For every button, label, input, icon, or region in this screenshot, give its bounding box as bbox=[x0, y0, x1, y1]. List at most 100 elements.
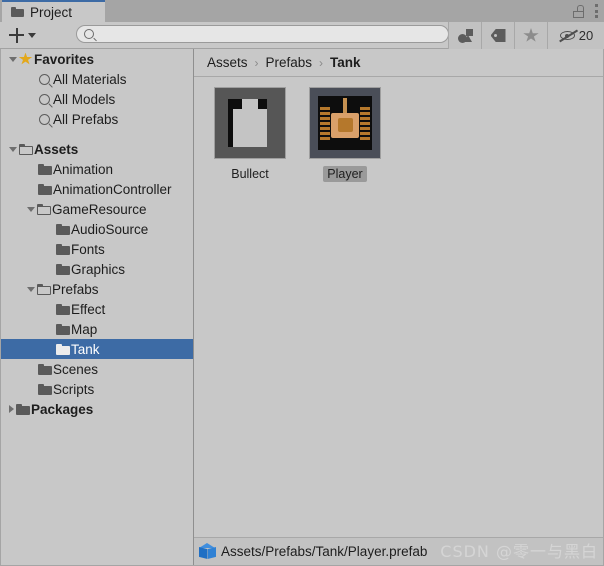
tab-project[interactable]: Project bbox=[2, 0, 105, 22]
breadcrumb-item-assets[interactable]: Assets bbox=[207, 55, 248, 70]
sidebar-item-effect[interactable]: Effect bbox=[1, 299, 193, 319]
breadcrumb-item-tank[interactable]: Tank bbox=[330, 55, 361, 70]
eye-off-icon bbox=[558, 29, 578, 43]
folder-icon bbox=[11, 7, 24, 17]
folder-icon bbox=[54, 303, 71, 315]
sidebar-item-assets[interactable]: Assets bbox=[1, 139, 193, 159]
asset-thumbnail[interactable] bbox=[214, 87, 286, 159]
folder-icon-white bbox=[54, 343, 71, 355]
breadcrumb-separator: › bbox=[254, 55, 259, 70]
sidebar-item-label: Graphics bbox=[71, 261, 126, 277]
search-input[interactable] bbox=[98, 27, 432, 41]
twisty-open-icon[interactable] bbox=[9, 146, 17, 152]
sidebar-item-label: All Prefabs bbox=[53, 111, 119, 127]
asset-item[interactable]: Bullect bbox=[212, 87, 288, 182]
asset-browser-panel: Assets › Prefabs › Tank Bullect Player Assets… bbox=[194, 49, 603, 565]
folder-icon bbox=[36, 163, 53, 175]
sidebar-item-all-prefabs[interactable]: All Prefabs bbox=[1, 109, 193, 129]
asset-label: Player bbox=[323, 166, 367, 182]
sidebar-item-label: Packages bbox=[31, 401, 94, 417]
filter-by-favorite-button[interactable] bbox=[514, 22, 547, 49]
asset-label: Bullect bbox=[231, 167, 269, 181]
filter-by-type-button[interactable] bbox=[448, 22, 481, 49]
sidebar-item-scripts[interactable]: Scripts bbox=[1, 379, 193, 399]
hidden-items-count: 20 bbox=[578, 28, 594, 43]
hidden-items-button[interactable]: 20 bbox=[547, 22, 604, 49]
breadcrumb-item-prefabs[interactable]: Prefabs bbox=[266, 55, 313, 70]
sidebar-item-map[interactable]: Map bbox=[1, 319, 193, 339]
sidebar-item-label: Assets bbox=[34, 141, 79, 157]
folder-icon bbox=[54, 243, 71, 255]
twisty-open-icon[interactable] bbox=[27, 286, 35, 292]
asset-grid[interactable]: Bullect Player bbox=[194, 78, 603, 537]
sidebar-item-label: All Models bbox=[53, 91, 116, 107]
folder-icon bbox=[54, 323, 71, 335]
sidebar-item-favorites[interactable]: Favorites bbox=[1, 49, 193, 69]
folder-icon bbox=[36, 183, 53, 195]
sidebar-item-label: Favorites bbox=[34, 51, 95, 67]
window-tab-strip: Project bbox=[0, 0, 604, 22]
asset-thumbnail[interactable] bbox=[309, 87, 381, 159]
project-window: Project 20 Favorites All Materials All M… bbox=[0, 0, 604, 566]
sidebar-item-audiosource[interactable]: AudioSource bbox=[1, 219, 193, 239]
search-icon bbox=[36, 113, 53, 125]
status-bar-path: Assets/Prefabs/Tank/Player.prefab bbox=[221, 544, 428, 559]
create-asset-button[interactable] bbox=[9, 27, 36, 43]
breadcrumb: Assets › Prefabs › Tank bbox=[194, 49, 603, 77]
sidebar-item-label: All Materials bbox=[53, 71, 127, 87]
project-tree-panel[interactable]: Favorites All Materials All Models All Pref… bbox=[1, 49, 193, 565]
folder-icon bbox=[14, 403, 31, 415]
toolbar-filter-group: 20 bbox=[448, 22, 604, 49]
folder-icon bbox=[36, 363, 53, 375]
search-icon bbox=[36, 93, 53, 105]
bullet-sprite bbox=[228, 99, 272, 147]
window-controls bbox=[573, 0, 598, 22]
sidebar-item-label: Prefabs bbox=[52, 281, 99, 297]
tag-icon bbox=[490, 29, 506, 42]
sidebar-item-scenes[interactable]: Scenes bbox=[1, 359, 193, 379]
twisty-open-icon[interactable] bbox=[27, 206, 35, 212]
sidebar-item-all-materials[interactable]: All Materials bbox=[1, 69, 193, 89]
tank-sprite bbox=[318, 96, 372, 150]
sidebar-item-label: Scripts bbox=[53, 381, 95, 397]
sidebar-item-label: Tank bbox=[71, 341, 100, 357]
filter-by-label-button[interactable] bbox=[481, 22, 514, 49]
twisty-open-icon[interactable] bbox=[9, 56, 17, 62]
sidebar-item-label: GameResource bbox=[52, 201, 147, 217]
folder-icon bbox=[54, 223, 71, 235]
folder-icon bbox=[36, 383, 53, 395]
prefab-cube-icon bbox=[199, 542, 216, 561]
star-icon bbox=[17, 52, 34, 66]
sidebar-item-gameresource[interactable]: GameResource bbox=[1, 199, 193, 219]
plus-icon bbox=[9, 27, 24, 43]
sidebar-item-label: Map bbox=[71, 321, 98, 337]
folder-icon bbox=[54, 263, 71, 275]
tab-project-label: Project bbox=[30, 4, 73, 20]
sidebar-item-animation[interactable]: Animation bbox=[1, 159, 193, 179]
asset-item[interactable]: Player bbox=[307, 87, 383, 182]
sidebar-item-all-models[interactable]: All Models bbox=[1, 89, 193, 109]
folder-open-icon bbox=[35, 283, 52, 295]
chevron-down-icon bbox=[28, 32, 36, 38]
kebab-menu-icon[interactable] bbox=[594, 4, 598, 18]
search-icon bbox=[84, 29, 94, 39]
sidebar-item-tank[interactable]: Tank bbox=[1, 339, 193, 359]
sidebar-item-label: Animation bbox=[53, 161, 114, 177]
sidebar-item-label: Scenes bbox=[53, 361, 99, 377]
sidebar-item-fonts[interactable]: Fonts bbox=[1, 239, 193, 259]
star-icon bbox=[523, 28, 539, 42]
folder-open-icon bbox=[35, 203, 52, 215]
sidebar-item-prefabs[interactable]: Prefabs bbox=[1, 279, 193, 299]
sidebar-item-graphics[interactable]: Graphics bbox=[1, 259, 193, 279]
sidebar-item-packages[interactable]: Packages bbox=[1, 399, 193, 419]
folder-open-icon bbox=[17, 143, 34, 155]
project-toolbar: 20 bbox=[0, 22, 604, 49]
search-field[interactable] bbox=[76, 25, 449, 43]
sidebar-item-label: AnimationController bbox=[53, 181, 172, 197]
shapes-icon bbox=[457, 28, 473, 43]
lock-open-icon[interactable] bbox=[573, 4, 584, 18]
sidebar-item-label: AudioSource bbox=[71, 221, 149, 237]
sidebar-item-animationcontroller[interactable]: AnimationController bbox=[1, 179, 193, 199]
breadcrumb-separator: › bbox=[319, 55, 324, 70]
